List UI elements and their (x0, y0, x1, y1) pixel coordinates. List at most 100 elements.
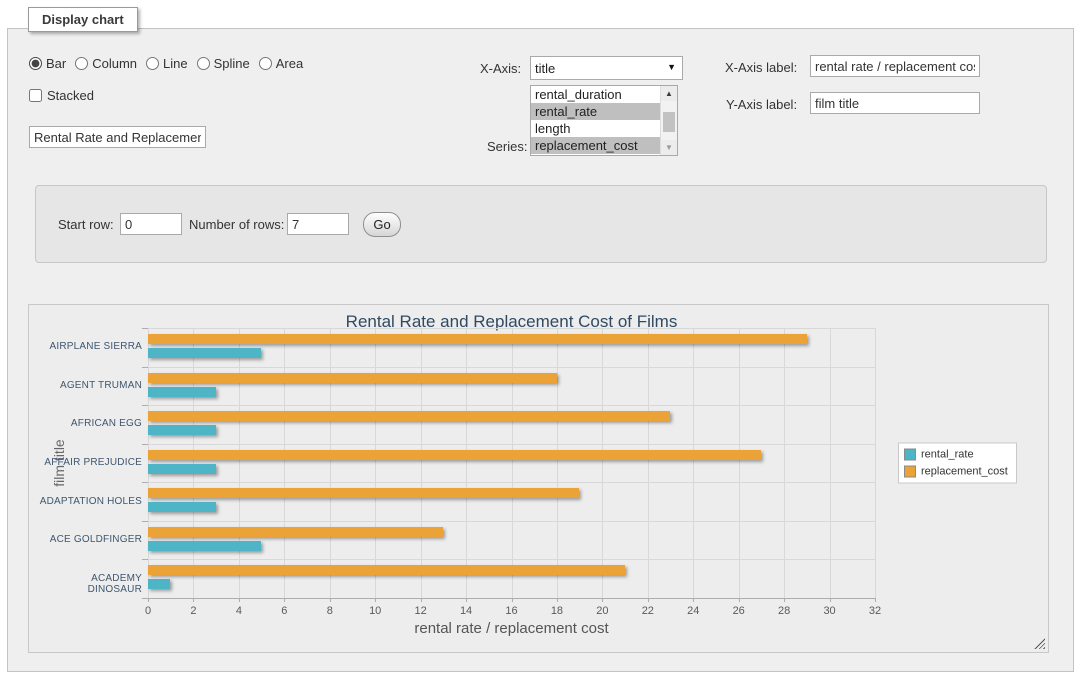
chart-type-label: Bar (46, 56, 66, 71)
x-axis-tick (739, 598, 740, 602)
listbox-scrollbar[interactable]: ▲ ▼ (660, 86, 677, 155)
chart-title-input[interactable] (29, 126, 206, 148)
gridline (875, 328, 876, 598)
series-options: rental_durationrental_ratelengthreplacem… (531, 86, 660, 155)
x-tick-label: 32 (860, 605, 890, 617)
scroll-up-icon[interactable]: ▲ (661, 86, 677, 101)
gridline (284, 328, 285, 598)
x-axis-tick (239, 598, 240, 602)
bar-replacement_cost[interactable] (148, 450, 761, 460)
bar-replacement_cost[interactable] (148, 334, 807, 344)
chart-type-radio-line[interactable] (146, 57, 159, 70)
bar-replacement_cost[interactable] (148, 373, 557, 383)
start-row-input[interactable] (120, 213, 182, 235)
y-axis-tick (142, 598, 148, 599)
bar-rental_rate[interactable] (148, 425, 216, 435)
x-tick-label: 24 (678, 605, 708, 617)
gridline (239, 328, 240, 598)
y-axis-tick (142, 482, 148, 483)
gridline (148, 367, 875, 368)
x-tick-label: 22 (633, 605, 663, 617)
legend-item-replacement_cost[interactable]: replacement_cost (904, 466, 1008, 478)
chart-type-option-column[interactable]: Column (75, 56, 137, 71)
bar-replacement_cost[interactable] (148, 488, 579, 498)
bar-rental_rate[interactable] (148, 579, 170, 589)
gridline (784, 328, 785, 598)
gridline (512, 328, 513, 598)
y-axis-tick (142, 405, 148, 406)
category-label: AIRPLANE SIERRA (36, 341, 142, 352)
series-listbox[interactable]: rental_durationrental_ratelengthreplacem… (530, 85, 678, 156)
series-option-length[interactable]: length (531, 120, 660, 137)
chart-type-radio-column[interactable] (75, 57, 88, 70)
chart-type-option-area[interactable]: Area (259, 56, 303, 71)
gridline (148, 482, 875, 483)
bar-rental_rate[interactable] (148, 541, 261, 551)
x-axis-tick (693, 598, 694, 602)
chart-type-radio-area[interactable] (259, 57, 272, 70)
rows-panel: Start row: Number of rows: Go (35, 185, 1047, 263)
chart-type-option-bar[interactable]: Bar (29, 56, 66, 71)
stacked-checkbox-row[interactable]: Stacked (29, 88, 94, 103)
x-tick-label: 2 (178, 605, 208, 617)
number-of-rows-input[interactable] (287, 213, 349, 235)
x-tick-label: 10 (360, 605, 390, 617)
chart-type-option-spline[interactable]: Spline (197, 56, 250, 71)
legend-label: replacement_cost (921, 466, 1008, 478)
category-label: ACADEMY DINOSAUR (36, 573, 142, 595)
y-axis-tick (142, 367, 148, 368)
category-label: AFFAIR PREJUDICE (36, 457, 142, 468)
bar-replacement_cost[interactable] (148, 411, 670, 421)
category-label: AGENT TRUMAN (36, 380, 142, 391)
chart-type-radio-spline[interactable] (197, 57, 210, 70)
bar-replacement_cost[interactable] (148, 527, 443, 537)
resize-handle-icon[interactable] (1034, 638, 1045, 649)
bar-rental_rate[interactable] (148, 348, 261, 358)
gridline (648, 328, 649, 598)
xaxis-select[interactable]: title (530, 56, 683, 80)
x-tick-label: 26 (724, 605, 754, 617)
yaxis-label-input[interactable] (810, 92, 980, 114)
series-listbox-label: Series: (487, 139, 527, 154)
legend-label: rental_rate (921, 449, 974, 461)
scrollbar-thumb[interactable] (663, 112, 675, 132)
xaxis-select-label: X-Axis: (480, 61, 521, 76)
bar-rental_rate[interactable] (148, 502, 216, 512)
x-axis-tick (602, 598, 603, 602)
gridline (148, 328, 875, 329)
panel-title-tab: Display chart (28, 7, 138, 32)
x-axis-tick (466, 598, 467, 602)
chart-type-option-line[interactable]: Line (146, 56, 188, 71)
chart-type-radio-bar[interactable] (29, 57, 42, 70)
number-of-rows-label: Number of rows: (189, 217, 284, 232)
x-tick-label: 18 (542, 605, 572, 617)
legend-item-rental_rate[interactable]: rental_rate (904, 449, 1008, 461)
gridline (421, 328, 422, 598)
chart-type-radio-group: Bar Column Line Spline Area (29, 56, 303, 71)
x-axis-tick (557, 598, 558, 602)
plot-area (148, 328, 875, 598)
go-button[interactable]: Go (363, 212, 401, 237)
yaxis-label-label: Y-Axis label: (726, 97, 797, 112)
chart-legend: rental_rate replacement_cost (898, 443, 1017, 484)
bar-replacement_cost[interactable] (148, 565, 625, 575)
series-option-rental_rate[interactable]: rental_rate (531, 103, 660, 120)
series-option-replacement_cost[interactable]: replacement_cost (531, 137, 660, 154)
x-axis-tick (875, 598, 876, 602)
x-axis-tick (284, 598, 285, 602)
category-label: AFRICAN EGG (36, 418, 142, 429)
series-option-rental_duration[interactable]: rental_duration (531, 86, 660, 103)
scroll-down-icon[interactable]: ▼ (661, 140, 677, 155)
x-axis-tick (148, 598, 149, 602)
x-tick-label: 30 (815, 605, 845, 617)
panel-title: Display chart (42, 12, 124, 27)
x-tick-label: 28 (769, 605, 799, 617)
bar-rental_rate[interactable] (148, 464, 216, 474)
y-axis-tick (142, 559, 148, 560)
gridline (602, 328, 603, 598)
xaxis-label-label: X-Axis label: (725, 60, 797, 75)
xaxis-label-input[interactable] (810, 55, 980, 77)
x-tick-label: 6 (269, 605, 299, 617)
bar-rental_rate[interactable] (148, 387, 216, 397)
stacked-checkbox[interactable] (29, 89, 42, 102)
